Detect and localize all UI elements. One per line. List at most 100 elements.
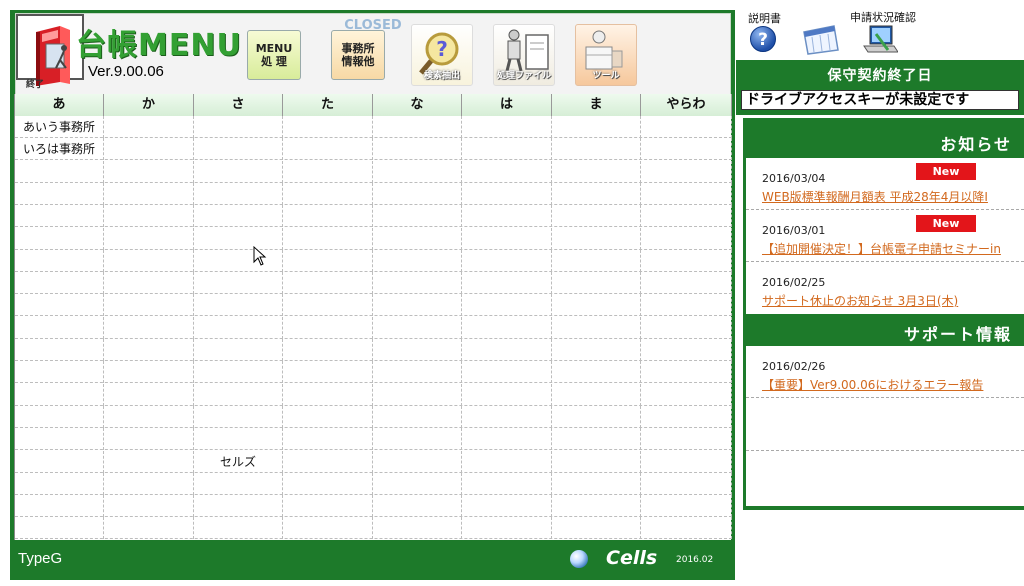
grid-cell[interactable] (641, 472, 732, 495)
grid-cell[interactable] (15, 450, 104, 473)
grid-cell[interactable] (194, 249, 283, 272)
grid-cell[interactable] (373, 116, 462, 138)
grid-cell[interactable] (552, 428, 641, 451)
grid-cell[interactable] (373, 428, 462, 451)
grid-cell[interactable] (194, 160, 283, 183)
grid-column-header[interactable]: な (373, 94, 462, 116)
grid-cell[interactable] (15, 160, 104, 183)
grid-cell[interactable] (283, 339, 373, 361)
grid-cell[interactable] (641, 272, 732, 295)
grid-cell[interactable] (104, 495, 194, 518)
grid-cell[interactable] (552, 249, 641, 272)
grid-cell[interactable] (194, 383, 283, 406)
grid-cell[interactable] (15, 182, 104, 205)
grid-cell[interactable] (104, 316, 194, 339)
menu-process-button[interactable]: MENU 処 理 (247, 30, 301, 80)
process-file-button[interactable]: 処理ファイル (493, 24, 555, 86)
grid-cell[interactable] (552, 361, 641, 384)
grid-cell[interactable] (194, 405, 283, 428)
news-link[interactable]: WEB版標準報酬月額表 平成28年4月以降I (762, 188, 988, 205)
grid-cell[interactable] (194, 294, 283, 317)
grid-cell[interactable] (552, 383, 641, 406)
grid-cell[interactable] (552, 205, 641, 228)
support-link[interactable]: 【重要】Ver9.00.06におけるエラー報告 (762, 376, 983, 393)
grid-cell[interactable] (283, 361, 373, 384)
grid-cell[interactable] (194, 116, 283, 138)
grid-cell[interactable] (104, 294, 194, 317)
grid-cell[interactable] (462, 339, 552, 361)
grid-column-header[interactable]: やらわ (641, 94, 732, 116)
grid-cell[interactable] (15, 227, 104, 250)
grid-cell[interactable] (104, 138, 194, 161)
grid-cell[interactable] (462, 138, 552, 161)
grid-cell[interactable]: セルズ (194, 450, 283, 473)
grid-cell[interactable] (15, 316, 104, 339)
grid-cell[interactable] (373, 405, 462, 428)
grid-cell[interactable] (462, 294, 552, 317)
grid-cell[interactable] (462, 249, 552, 272)
tools-button[interactable]: ツール (575, 24, 637, 86)
grid-cell[interactable] (104, 517, 194, 540)
grid-cell[interactable] (15, 294, 104, 317)
grid-cell[interactable] (15, 405, 104, 428)
grid-cell[interactable] (373, 450, 462, 473)
grid-cell[interactable] (641, 138, 732, 161)
grid-cell[interactable] (373, 472, 462, 495)
grid-cell[interactable] (373, 160, 462, 183)
grid-cell[interactable] (194, 316, 283, 339)
news-link[interactable]: 【追加開催決定！】台帳電子申請セミナーin (762, 240, 1001, 257)
grid-cell[interactable] (641, 517, 732, 540)
grid-cell[interactable] (641, 383, 732, 406)
grid-cell[interactable] (552, 495, 641, 518)
grid-cell[interactable] (104, 361, 194, 384)
grid-cell[interactable] (373, 227, 462, 250)
grid-cell[interactable] (283, 227, 373, 250)
grid-column-header[interactable]: あ (15, 94, 104, 116)
grid-cell[interactable] (641, 361, 732, 384)
grid-cell[interactable] (373, 316, 462, 339)
grid-column-header[interactable]: か (104, 94, 194, 116)
grid-cell[interactable] (283, 249, 373, 272)
grid-cell[interactable] (283, 517, 373, 540)
grid-cell[interactable] (641, 116, 732, 138)
grid-cell[interactable] (283, 383, 373, 406)
grid-cell[interactable] (641, 227, 732, 250)
grid-cell[interactable] (194, 428, 283, 451)
grid-cell[interactable] (104, 472, 194, 495)
grid-cell[interactable] (283, 116, 373, 138)
grid-cell[interactable] (641, 160, 732, 183)
grid-cell[interactable] (641, 205, 732, 228)
grid-cell[interactable] (194, 272, 283, 295)
news-link[interactable]: サポート休止のお知らせ 3月3日(木) (762, 292, 958, 309)
grid-cell[interactable] (104, 383, 194, 406)
grid-cell[interactable] (104, 227, 194, 250)
grid-cell[interactable] (283, 294, 373, 317)
grid-cell[interactable] (373, 182, 462, 205)
grid-column-header[interactable]: は (462, 94, 552, 116)
grid-cell[interactable] (641, 339, 732, 361)
grid-cell[interactable] (283, 450, 373, 473)
grid-cell[interactable] (462, 316, 552, 339)
grid-cell[interactable] (194, 182, 283, 205)
grid-cell[interactable] (462, 405, 552, 428)
grid-cell[interactable] (104, 339, 194, 361)
grid-cell[interactable] (641, 428, 732, 451)
grid-cell[interactable] (104, 450, 194, 473)
grid-cell[interactable] (552, 227, 641, 250)
grid-cell[interactable] (462, 450, 552, 473)
grid-cell[interactable] (552, 472, 641, 495)
grid-cell[interactable] (194, 227, 283, 250)
grid-cell[interactable] (641, 316, 732, 339)
grid-cell[interactable] (552, 138, 641, 161)
grid-cell[interactable] (641, 182, 732, 205)
grid-cell[interactable] (194, 339, 283, 361)
grid-cell[interactable] (641, 495, 732, 518)
grid-cell[interactable] (194, 205, 283, 228)
office-info-button[interactable]: 事務所 情報他 (331, 30, 385, 80)
grid-cell[interactable] (641, 405, 732, 428)
grid-cell[interactable] (373, 205, 462, 228)
grid-cell[interactable] (552, 160, 641, 183)
grid-cell[interactable] (194, 361, 283, 384)
grid-cell[interactable] (15, 517, 104, 540)
grid-cell[interactable] (15, 383, 104, 406)
